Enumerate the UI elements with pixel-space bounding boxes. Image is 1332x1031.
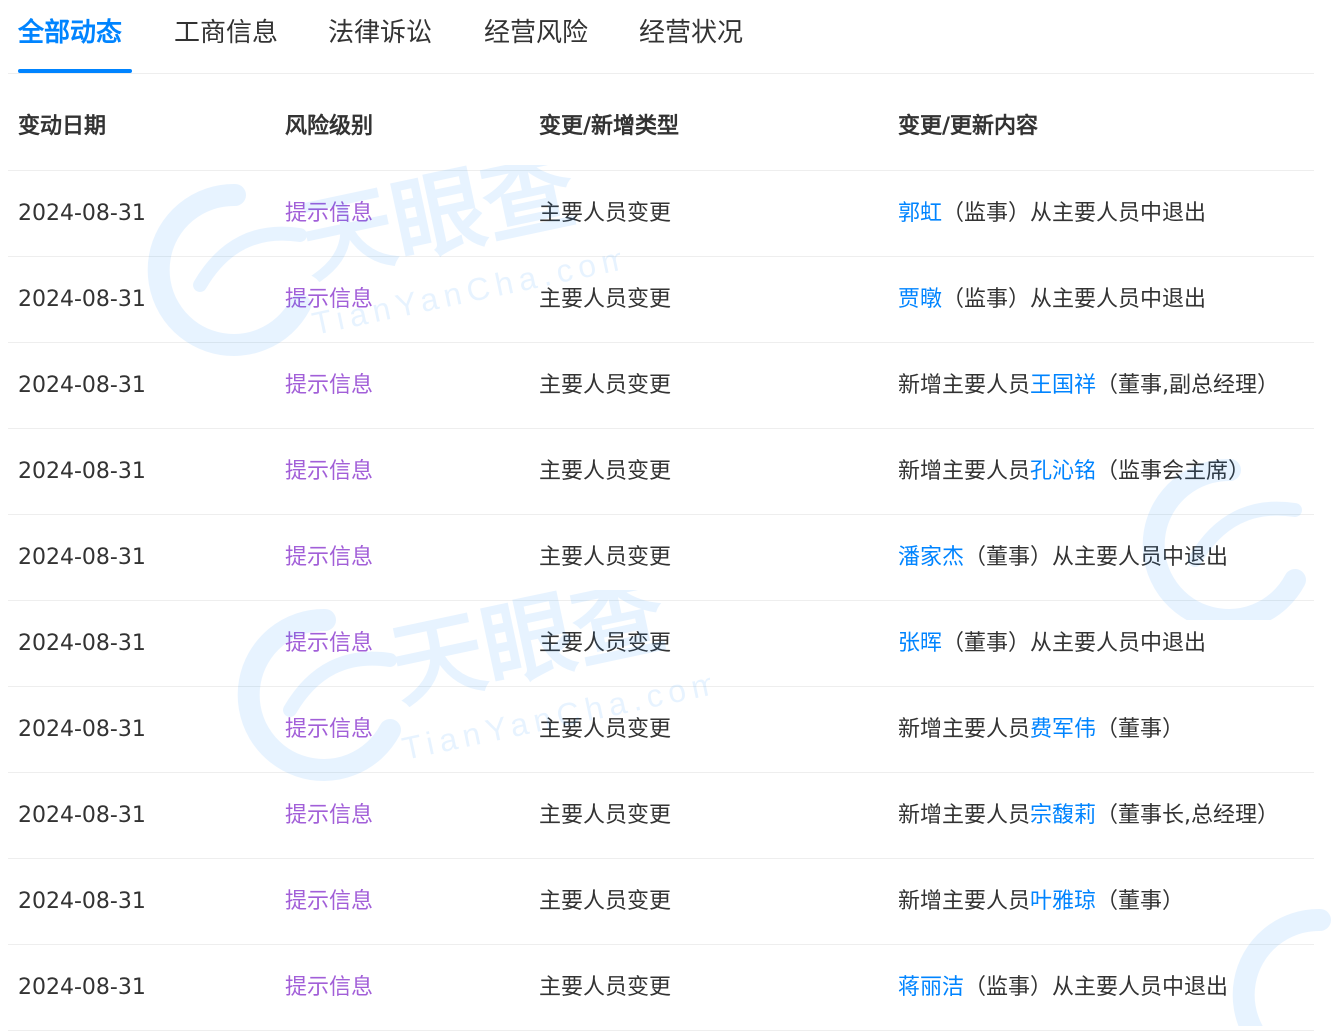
person-link[interactable]: 宗馥莉	[1030, 803, 1096, 828]
table-body: 2024-08-31 提示信息 主要人员变更 郭虹（监事）从主要人员中退出 2024-0…	[8, 171, 1314, 1031]
risk-level-tag: 提示信息	[285, 545, 374, 570]
change-date: 2024-08-31	[18, 631, 146, 656]
change-date: 2024-08-31	[18, 201, 146, 226]
tab-operating-status[interactable]: 经营状况	[639, 14, 743, 52]
changes-table: 变动日期 风险级别 变更/新增类型 变更/更新内容 2024-08-31 提示信息…	[8, 84, 1314, 1031]
table-row: 2024-08-31 提示信息 主要人员变更 张晖（董事）从主要人员中退出	[8, 601, 1314, 687]
change-date: 2024-08-31	[18, 373, 146, 398]
content-suffix: （董事长,总经理）	[1096, 803, 1280, 828]
content-suffix: （监事）从主要人员中退出	[964, 975, 1229, 1000]
content-suffix: （董事）从主要人员中退出	[964, 545, 1229, 570]
content-suffix: （监事）从主要人员中退出	[942, 201, 1207, 226]
risk-level-tag: 提示信息	[285, 373, 374, 398]
table-row: 2024-08-31 提示信息 主要人员变更 新增主要人员叶雅琼（董事）	[8, 859, 1314, 945]
table-row: 2024-08-31 提示信息 主要人员变更 潘家杰（董事）从主要人员中退出	[8, 515, 1314, 601]
table-row: 2024-08-31 提示信息 主要人员变更 新增主要人员宗馥莉（董事长,总经理）	[8, 773, 1314, 859]
change-content: 新增主要人员叶雅琼（董事）	[898, 859, 1184, 944]
risk-level-tag: 提示信息	[285, 717, 374, 742]
change-date: 2024-08-31	[18, 287, 146, 312]
content-suffix: （董事）	[1096, 889, 1185, 914]
content-suffix: （董事,副总经理）	[1096, 373, 1280, 398]
content-prefix: 新增主要人员	[898, 459, 1031, 484]
change-type: 主要人员变更	[539, 287, 672, 312]
content-suffix: （董事）从主要人员中退出	[942, 631, 1207, 656]
change-type: 主要人员变更	[539, 717, 672, 742]
tab-all-updates[interactable]: 全部动态	[18, 14, 122, 52]
header-change-type: 变更/新增类型	[539, 114, 680, 139]
table-row: 2024-08-31 提示信息 主要人员变更 新增主要人员王国祥（董事,副总经理）	[8, 343, 1314, 429]
change-content: 张晖（董事）从主要人员中退出	[898, 601, 1206, 686]
table-row: 2024-08-31 提示信息 主要人员变更 贾暾（监事）从主要人员中退出	[8, 257, 1314, 343]
person-link[interactable]: 孔沁铭	[1030, 459, 1096, 484]
person-link[interactable]: 叶雅琼	[1030, 889, 1096, 914]
change-date: 2024-08-31	[18, 545, 146, 570]
change-content: 蒋丽洁（监事）从主要人员中退出	[898, 945, 1228, 1030]
active-tab-indicator	[18, 69, 132, 73]
content-suffix: （监事会主席）	[1096, 459, 1251, 484]
person-link[interactable]: 王国祥	[1030, 373, 1096, 398]
person-link[interactable]: 郭虹	[898, 201, 942, 226]
header-risk-level: 风险级别	[285, 114, 374, 139]
change-date: 2024-08-31	[18, 459, 146, 484]
change-type: 主要人员变更	[539, 631, 672, 656]
content-prefix: 新增主要人员	[898, 373, 1031, 398]
table-row: 2024-08-31 提示信息 主要人员变更 新增主要人员孔沁铭（监事会主席）	[8, 429, 1314, 515]
risk-level-tag: 提示信息	[285, 201, 374, 226]
change-type: 主要人员变更	[539, 803, 672, 828]
risk-level-tag: 提示信息	[285, 631, 374, 656]
risk-level-tag: 提示信息	[285, 889, 374, 914]
header-change-content: 变更/更新内容	[898, 114, 1039, 139]
table-header: 变动日期 风险级别 变更/新增类型 变更/更新内容	[8, 84, 1314, 171]
person-link[interactable]: 张晖	[898, 631, 942, 656]
change-content: 郭虹（监事）从主要人员中退出	[898, 171, 1206, 256]
change-date: 2024-08-31	[18, 975, 146, 1000]
change-content: 新增主要人员宗馥莉（董事长,总经理）	[898, 773, 1279, 858]
change-type: 主要人员变更	[539, 545, 672, 570]
content-suffix: （董事）	[1096, 717, 1185, 742]
change-content: 新增主要人员孔沁铭（监事会主席）	[898, 429, 1250, 514]
person-link[interactable]: 潘家杰	[898, 545, 964, 570]
change-type: 主要人员变更	[539, 201, 672, 226]
change-content: 新增主要人员王国祥（董事,副总经理）	[898, 343, 1279, 428]
change-date: 2024-08-31	[18, 889, 146, 914]
person-link[interactable]: 费军伟	[1030, 717, 1096, 742]
change-content: 贾暾（监事）从主要人员中退出	[898, 257, 1206, 342]
change-content: 潘家杰（董事）从主要人员中退出	[898, 515, 1228, 600]
change-content: 新增主要人员费军伟（董事）	[898, 687, 1184, 772]
content-prefix: 新增主要人员	[898, 889, 1031, 914]
person-link[interactable]: 贾暾	[898, 287, 942, 312]
risk-level-tag: 提示信息	[285, 803, 374, 828]
change-type: 主要人员变更	[539, 975, 672, 1000]
change-type: 主要人员变更	[539, 373, 672, 398]
table-row: 2024-08-31 提示信息 主要人员变更 新增主要人员费军伟（董事）	[8, 687, 1314, 773]
header-change-date: 变动日期	[18, 114, 107, 139]
content-prefix: 新增主要人员	[898, 803, 1031, 828]
table-row: 2024-08-31 提示信息 主要人员变更 蒋丽洁（监事）从主要人员中退出	[8, 945, 1314, 1031]
tab-bar: 全部动态 工商信息 法律诉讼 经营风险 经营状况	[8, 0, 1314, 74]
change-date: 2024-08-31	[18, 717, 146, 742]
risk-level-tag: 提示信息	[285, 975, 374, 1000]
content-prefix: 新增主要人员	[898, 717, 1031, 742]
change-type: 主要人员变更	[539, 889, 672, 914]
table-row: 2024-08-31 提示信息 主要人员变更 郭虹（监事）从主要人员中退出	[8, 171, 1314, 257]
change-type: 主要人员变更	[539, 459, 672, 484]
content-suffix: （监事）从主要人员中退出	[942, 287, 1207, 312]
person-link[interactable]: 蒋丽洁	[898, 975, 964, 1000]
change-date: 2024-08-31	[18, 803, 146, 828]
tab-operating-risk[interactable]: 经营风险	[484, 14, 588, 52]
tab-legal-litigation[interactable]: 法律诉讼	[328, 14, 432, 52]
risk-level-tag: 提示信息	[285, 459, 374, 484]
tab-business-info[interactable]: 工商信息	[174, 14, 278, 52]
risk-level-tag: 提示信息	[285, 287, 374, 312]
